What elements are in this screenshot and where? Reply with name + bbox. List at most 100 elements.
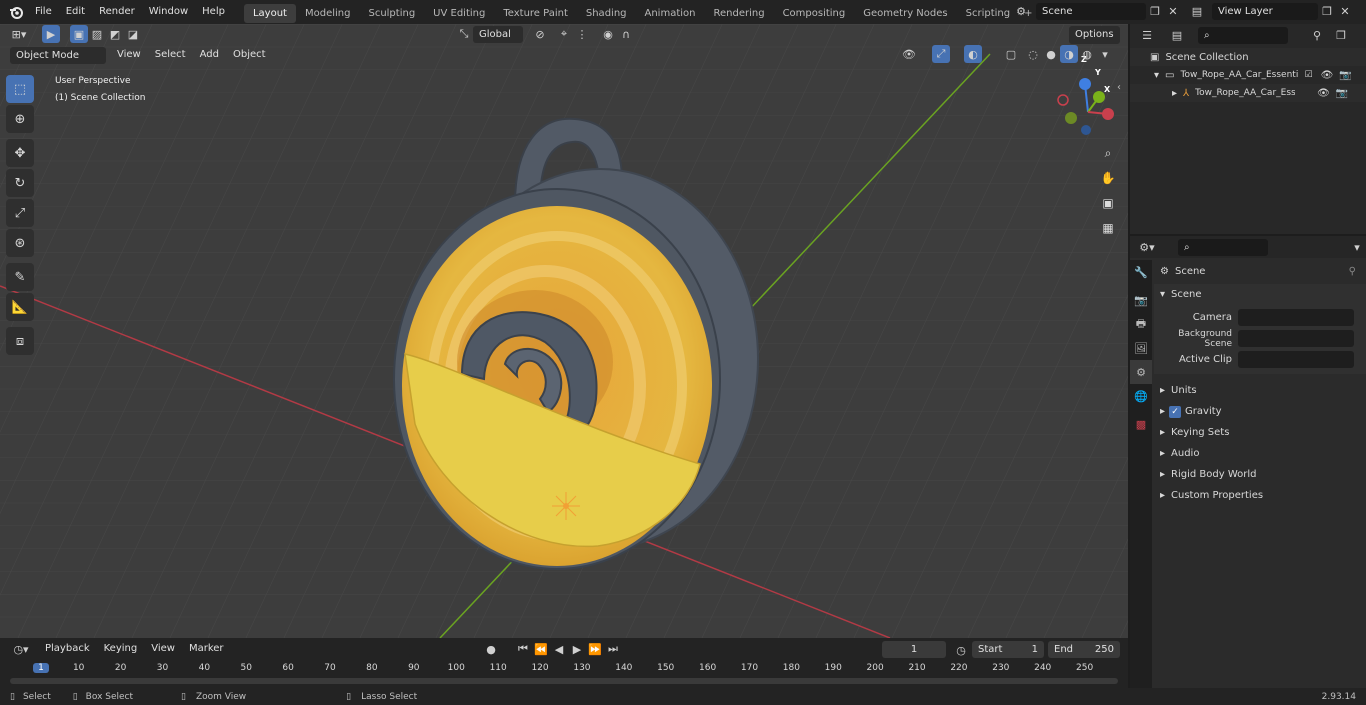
properties-search-input[interactable]: ⌕	[1178, 238, 1268, 256]
menu-edit[interactable]: Edit	[59, 0, 92, 24]
timeline-scrollbar[interactable]	[10, 678, 1118, 684]
solid-shading-icon[interactable]: ●	[1042, 45, 1060, 63]
view-layer-tab-icon[interactable]: 🖼	[1130, 336, 1152, 360]
mode-dropdown[interactable]: Object Mode	[10, 46, 106, 64]
eye-icon[interactable]: 👁	[1317, 88, 1330, 99]
menu-object[interactable]: Object	[226, 46, 273, 64]
tab-layout[interactable]: Layout	[243, 4, 296, 23]
scene-name-field[interactable]: Scene	[1036, 2, 1146, 20]
tab-sculpting[interactable]: Sculpting	[359, 4, 424, 23]
tab-uv-editing[interactable]: UV Editing	[424, 4, 494, 23]
tab-shading[interactable]: Shading	[577, 4, 636, 23]
new-scene-icon[interactable]: ❐	[1146, 2, 1164, 20]
outliner-root[interactable]: ▣ Scene Collection	[1130, 48, 1366, 66]
render-tab-icon[interactable]: 📷	[1130, 288, 1152, 312]
expand-icon[interactable]: ▸	[1172, 88, 1177, 99]
jump-end-icon[interactable]: ⏭	[604, 640, 622, 658]
pivot-icon[interactable]: ⊘	[531, 25, 549, 43]
cursor-tool-icon[interactable]: ⊕	[6, 105, 34, 133]
start-frame-field[interactable]: Start 1	[972, 641, 1044, 658]
snap-icon[interactable]: ⌖	[555, 25, 573, 43]
exclude-checkbox-icon[interactable]: ☑	[1304, 70, 1312, 80]
view-layer-field[interactable]: View Layer	[1212, 2, 1318, 20]
scene-icon[interactable]: ⚙	[1012, 2, 1030, 20]
panel-gravity[interactable]: ▸ ✓ Gravity	[1154, 401, 1366, 422]
menu-keying[interactable]: Keying	[97, 640, 145, 658]
play-reverse-icon[interactable]: ◀	[550, 640, 568, 658]
measure-tool-icon[interactable]: 📐	[6, 293, 34, 321]
menu-playback[interactable]: Playback	[38, 640, 97, 658]
new-view-layer-icon[interactable]: ❐	[1318, 2, 1336, 20]
transform-orientation-dropdown[interactable]: Global	[473, 25, 523, 43]
current-frame-field[interactable]: 1	[882, 641, 946, 658]
properties-editor-type-icon[interactable]: ⚙▾	[1138, 238, 1156, 256]
gravity-checkbox[interactable]: ✓	[1169, 405, 1182, 418]
xray-toggle-icon[interactable]: ▢	[1002, 45, 1020, 63]
proportional-edit-icon[interactable]: ◉	[599, 25, 617, 43]
timeline-editor-type-icon[interactable]: ◷▾	[8, 640, 34, 658]
menu-view[interactable]: View	[110, 46, 148, 64]
options-dropdown[interactable]: Options	[1069, 26, 1120, 44]
select-intersect-icon[interactable]: ◪	[124, 25, 142, 43]
material-shading-icon[interactable]: ◑	[1060, 45, 1078, 63]
view-layer-icon[interactable]: ▤	[1188, 2, 1206, 20]
output-tab-icon[interactable]: 🖶	[1130, 312, 1152, 336]
scale-tool-icon[interactable]: ⤢	[6, 199, 34, 227]
texture-tab-icon[interactable]: ▩	[1130, 412, 1152, 436]
expand-icon[interactable]: ▾	[1154, 70, 1159, 81]
filter-icon[interactable]: ⚲	[1308, 26, 1326, 44]
menu-help[interactable]: Help	[195, 0, 232, 24]
tab-texture-paint[interactable]: Texture Paint	[494, 4, 577, 23]
new-collection-icon[interactable]: ❐	[1332, 26, 1350, 44]
preview-range-icon[interactable]: ◷	[952, 641, 970, 659]
select-subtract-icon[interactable]: ◩	[106, 25, 124, 43]
select-box-tool-icon[interactable]: ⬚	[6, 75, 34, 103]
select-new-icon[interactable]: ▣	[70, 25, 88, 43]
gizmo-x-label[interactable]: X	[1104, 85, 1110, 94]
sidebar-toggle-icon[interactable]: ‹	[1117, 82, 1121, 93]
transform-tool-icon[interactable]: ⊛	[6, 229, 34, 257]
outliner-item-collection[interactable]: ▾ ▭ Tow_Rope_AA_Car_Essentials ☑ 👁 📷	[1130, 66, 1366, 84]
jump-keyframe-forward-icon[interactable]: ⏩	[586, 640, 604, 658]
pan-hand-icon[interactable]: ✋	[1097, 167, 1119, 189]
outliner-search-input[interactable]: ⌕	[1198, 26, 1288, 44]
properties-options-icon[interactable]: ▾	[1348, 238, 1366, 256]
frame-ruler[interactable]: 1 10 20 30 40 50 60 70 80 90 100 110 120 130 140 150 160…	[0, 662, 1128, 676]
rendered-shading-icon[interactable]: ◍	[1078, 45, 1096, 63]
menu-window[interactable]: Window	[142, 0, 195, 24]
select-extend-icon[interactable]: ▨	[88, 25, 106, 43]
snap-target-icon[interactable]: ⋮	[573, 25, 591, 43]
annotate-tool-icon[interactable]: ✎	[6, 263, 34, 291]
delete-scene-icon[interactable]: ✕	[1164, 2, 1182, 20]
scene-section-header[interactable]: ▾ Scene	[1154, 284, 1366, 305]
auto-keying-icon[interactable]: ●	[482, 640, 500, 658]
tab-animation[interactable]: Animation	[636, 4, 705, 23]
active-clip-field[interactable]	[1238, 351, 1354, 368]
zoom-icon[interactable]: ⌕	[1097, 142, 1119, 164]
menu-view[interactable]: View	[144, 640, 182, 658]
rotate-tool-icon[interactable]: ↻	[6, 169, 34, 197]
shading-options-icon[interactable]: ▾	[1096, 45, 1114, 63]
scene-tab-icon[interactable]: ⚙	[1130, 360, 1152, 384]
eye-icon[interactable]: 👁	[1321, 70, 1334, 81]
menu-render[interactable]: Render	[92, 0, 142, 24]
gizmo-y-label[interactable]: Y	[1095, 68, 1101, 77]
menu-add[interactable]: Add	[193, 46, 226, 64]
editor-type-icon[interactable]: ⊞▾	[6, 25, 32, 43]
jump-keyframe-back-icon[interactable]: ⏪	[532, 640, 550, 658]
camera-field[interactable]	[1238, 309, 1354, 326]
3d-viewport[interactable]: Z Y X User Perspective (1) Scene Collect…	[0, 24, 1128, 638]
falloff-icon[interactable]: ∩	[617, 25, 635, 43]
tab-rendering[interactable]: Rendering	[704, 4, 773, 23]
panel-rigid-body-world[interactable]: ▸ Rigid Body World	[1154, 464, 1366, 485]
camera-render-icon[interactable]: 📷	[1339, 70, 1351, 81]
camera-view-icon[interactable]: ▣	[1097, 192, 1119, 214]
panel-units[interactable]: ▸ Units	[1154, 380, 1366, 401]
background-scene-field[interactable]	[1238, 330, 1354, 347]
select-tool-icon[interactable]: ▶	[42, 25, 60, 43]
camera-render-icon[interactable]: 📷	[1336, 88, 1348, 99]
tab-compositing[interactable]: Compositing	[774, 4, 855, 23]
panel-keying-sets[interactable]: ▸ Keying Sets	[1154, 422, 1366, 443]
wireframe-shading-icon[interactable]: ◌	[1024, 45, 1042, 63]
outliner-item-object[interactable]: ▸ ⅄ Tow_Rope_AA_Car_Esser 👁 📷	[1130, 84, 1366, 102]
